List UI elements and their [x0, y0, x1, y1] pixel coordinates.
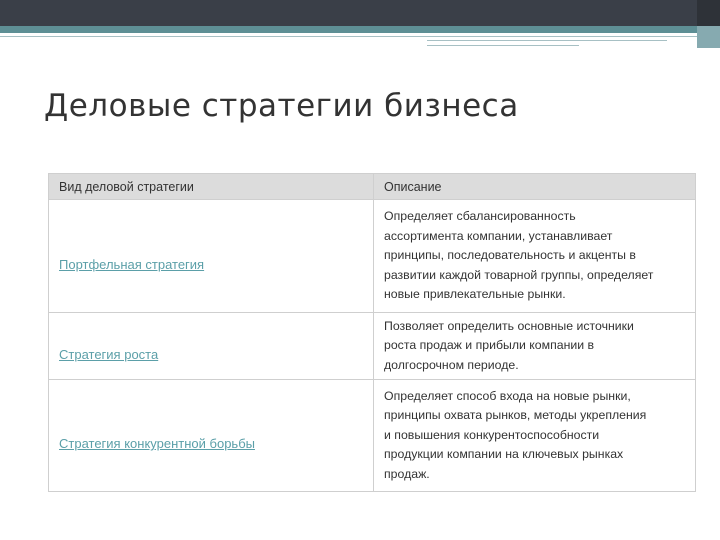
- strategy-link-growth[interactable]: Стратегия роста: [59, 347, 158, 362]
- top-bar-corner: [697, 0, 720, 26]
- strategy-link-portfolio[interactable]: Портфельная стратегия: [59, 257, 204, 272]
- strategy-table: Вид деловой стратегии Описание Портфельн…: [48, 173, 696, 492]
- table-row: Стратегия роста Позволяет определить осн…: [48, 312, 696, 380]
- decor-line: [427, 40, 667, 41]
- description-line: и повышения конкурентоспособности: [384, 427, 600, 442]
- strategy-name-cell: Портфельная стратегия: [48, 199, 374, 313]
- strategy-description: Определяет способ входа на новые рынки, …: [373, 379, 696, 492]
- description-line: принципы охвата рынков, методы укреплени…: [384, 408, 647, 423]
- strategy-description: Позволяет определить основные источники …: [373, 312, 696, 380]
- strategy-description: Определяет сбалансированность ассортимен…: [373, 199, 696, 313]
- decor-line: [427, 45, 579, 46]
- description-line: новые привлекательные рынки.: [384, 287, 566, 302]
- strategy-name-cell: Стратегия конкурентной борьбы: [48, 379, 374, 492]
- decor-panel: [697, 26, 720, 48]
- decor-line: [0, 36, 697, 37]
- strategy-name-cell: Стратегия роста: [48, 312, 374, 380]
- description-line: Определяет способ входа на новые рынки,: [384, 388, 631, 403]
- description-line: Позволяет определить основные источники: [384, 318, 634, 333]
- column-header-type: Вид деловой стратегии: [48, 173, 374, 200]
- description-line: Определяет сбалансированность: [384, 209, 576, 224]
- table-header-row: Вид деловой стратегии Описание: [48, 173, 696, 200]
- strategy-link-competition[interactable]: Стратегия конкурентной борьбы: [59, 436, 255, 451]
- column-header-description: Описание: [373, 173, 696, 200]
- description-line: принципы, последовательность и акценты в: [384, 248, 636, 263]
- description-line: развитии каждой товарной группы, определ…: [384, 267, 654, 282]
- accent-stripe: [0, 26, 720, 33]
- description-line: роста продаж и прибыли компании в: [384, 338, 595, 353]
- page-title: Деловые стратегии бизнеса: [44, 88, 519, 124]
- description-line: долгосрочном периоде.: [384, 357, 519, 372]
- description-line: продукции компании на ключевых рынках: [384, 447, 624, 462]
- description-line: продаж.: [384, 466, 430, 481]
- table-row: Стратегия конкурентной борьбы Определяет…: [48, 379, 696, 492]
- description-line: ассортимента компании, устанавливает: [384, 228, 613, 243]
- table-row: Портфельная стратегия Определяет сбаланс…: [48, 199, 696, 313]
- top-bar: [0, 0, 720, 26]
